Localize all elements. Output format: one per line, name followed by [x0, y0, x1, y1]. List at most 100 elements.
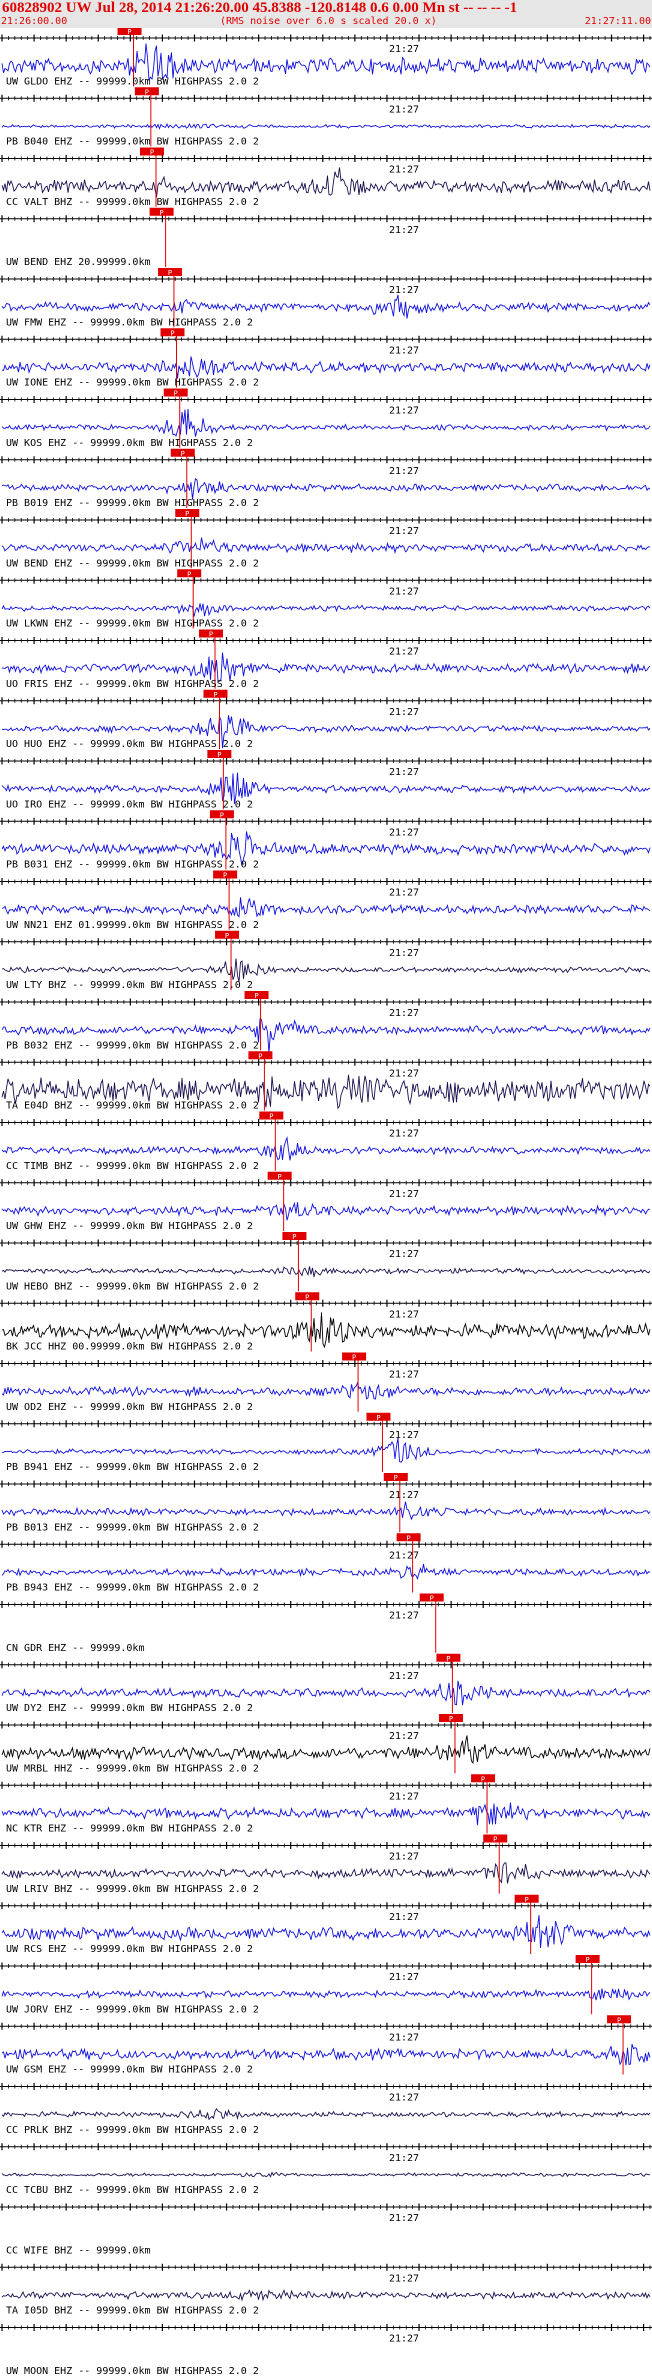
minute-label: 21:27 [389, 165, 419, 176]
waveform [1, 652, 651, 682]
station-label: TA E04D BHZ -- 99999.0km BW HIGHPASS 2.0… [6, 1101, 259, 1112]
station-label: PB B032 EHZ -- 99999.0km BW HIGHPASS 2.0… [6, 1040, 259, 1051]
station-label: PB B943 EHZ -- 99999.0km BW HIGHPASS 2.0… [6, 1583, 259, 1594]
time-end-label: 21:27:11.00 [584, 16, 651, 27]
waveform [1, 2044, 651, 2066]
waveform [1, 958, 651, 982]
trace-35: 21:27 CC PRLK BHZ -- 99999.0km BW HIGHPAS… [0, 2083, 652, 2136]
minute-label: 21:27 [389, 225, 419, 236]
trace-3: 21:27 P CC VALT BHZ -- 99999.0km BW HIGHPA… [0, 147, 652, 208]
trace-27: 21:27 P CN GDR EHZ -- 99999.0km [0, 1593, 652, 1654]
waveform [1, 1437, 651, 1463]
trace-16: 21:27 P UW LTY BHZ -- 99999.0km BW HIGHPAS… [0, 930, 652, 991]
minute-label: 21:27 [389, 1189, 419, 1200]
waveform [1, 1802, 651, 1826]
minute-label: 21:27 [389, 1912, 419, 1923]
pick-marker-label: P [185, 510, 189, 518]
station-label: UW GSM EHZ -- 99999.0km BW HIGHPASS 2.0 … [6, 2065, 253, 2076]
trace-39: 21:27 UW MOON EHZ -- 99999.0km BW HIGHPAS… [0, 2324, 652, 2377]
minute-label: 21:27 [389, 2213, 419, 2224]
pick-marker-label: P [217, 751, 221, 759]
waveform [1, 2171, 651, 2178]
minute-label: 21:27 [389, 1972, 419, 1983]
pick-marker-label: P [209, 631, 213, 639]
trace-19: 21:27 P CC TIMB BHZ -- 99999.0km BW HIGHPA… [0, 1111, 652, 1172]
trace-34: 21:27 P UW GSM EHZ -- 99999.0km BW HIGHPAS… [0, 2015, 652, 2076]
waveform [1, 1381, 651, 1400]
station-label: UW GHW EHZ -- 99999.0km BW HIGHPASS 2.0 … [6, 1221, 253, 1232]
pick-marker-label: P [446, 1655, 450, 1663]
station-label: UW MRBL HHZ -- 99999.0km BW HIGHPASS 2.0… [6, 1763, 259, 1774]
waveform [1, 1914, 651, 1948]
seismogram-plot: 21:27PUW GLDO EHZ -- 99999.0km BW HIGHPA… [0, 28, 652, 2377]
pick-marker-label: P [187, 570, 191, 578]
station-label: UW OD2 EHZ -- 99999.0km BW HIGHPASS 2.0 … [6, 1402, 253, 1413]
station-label: TA I05D BHZ -- 99999.0km BW HIGHPASS 2.0… [6, 2306, 259, 2317]
minute-label: 21:27 [389, 888, 419, 899]
trace-22: 21:27 P BK JCC HHZ 00.99999.0km BW HIGHPAS… [0, 1292, 652, 1353]
minute-label: 21:27 [389, 1129, 419, 1140]
pick-marker-label: P [292, 1233, 296, 1241]
minute-label: 21:27 [389, 1731, 419, 1742]
time-start-label: 21:26:00.00 [1, 16, 68, 27]
trace-30: 21:27 P NC KTR EHZ -- 99999.0km BW HIGHPAS… [0, 1774, 652, 1835]
minute-label: 21:27 [389, 948, 419, 959]
trace-32: 21:27 P UW RCS EHZ -- 99999.0km BW HIGHPAS… [0, 1894, 652, 1955]
station-label: UO HUO EHZ -- 99999.0km BW HIGHPASS 2.0 … [6, 739, 253, 750]
pick-marker-label: P [145, 88, 149, 96]
station-label: NC KTR EHZ -- 99999.0km BW HIGHPASS 2.0 … [6, 1824, 253, 1835]
station-label: UW BEND EHZ 20.99999.0km [6, 257, 151, 268]
station-label: UO FRIS EHZ -- 99999.0km BW HIGHPASS 2.0… [6, 679, 259, 690]
waveform [1, 1563, 651, 1581]
minute-label: 21:27 [389, 1550, 419, 1561]
station-label: UW FMW EHZ -- 99999.0km BW HIGHPASS 2.0 … [6, 317, 253, 328]
trace-23: 21:27 P UW OD2 EHZ -- 99999.0km BW HIGHPAS… [0, 1352, 652, 1413]
station-label: PB B019 EHZ -- 99999.0km BW HIGHPASS 2.0… [6, 498, 259, 509]
minute-label: 21:27 [389, 1370, 419, 1381]
pick-marker-label: P [481, 1775, 485, 1783]
minute-label: 21:27 [389, 2032, 419, 2043]
trace-33: 21:27 P UW JORV EHZ -- 99999.0km BW HIGHPA… [0, 1955, 652, 2015]
station-label: CC PRLK BHZ -- 99999.0km BW HIGHPASS 2.0… [6, 2125, 259, 2136]
event-title: 60828902 UW Jul 28, 2014 21:26:20.00 45.… [2, 0, 518, 16]
minute-label: 21:27 [389, 1611, 419, 1622]
pick-marker-label: P [269, 1113, 273, 1121]
record-header: 60828902 UW Jul 28, 2014 21:26:20.00 45.… [0, 0, 652, 28]
pick-marker-label: P [181, 450, 185, 458]
trace-38: 21:27 TA I05D BHZ -- 99999.0km BW HIGHPAS… [0, 2263, 652, 2317]
pick-marker-label: P [150, 149, 154, 157]
pick-marker-label: P [352, 1354, 356, 1362]
waveform [1, 897, 651, 918]
trace-5: 21:27 P UW FMW EHZ -- 99999.0km BW HIGHPAS… [0, 268, 652, 328]
trace-18: 21:27 P TA E04D BHZ -- 99999.0km BW HIGHPA… [0, 1051, 652, 1112]
minute-label: 21:27 [389, 1791, 419, 1802]
waveform [1, 408, 651, 437]
trace-28: 21:27 P UW DY2 EHZ -- 99999.0km BW HIGHPAS… [0, 1653, 652, 1714]
waveform [1, 1988, 651, 2001]
waveform [1, 294, 651, 319]
station-label: UW BEND EHZ -- 99999.0km BW HIGHPASS 2.0… [6, 558, 259, 569]
waveform [1, 167, 651, 198]
station-label: PB B031 EHZ -- 99999.0km BW HIGHPASS 2.0… [6, 860, 259, 871]
trace-9: 21:27 P UW BEND EHZ -- 99999.0km BW HIGHPA… [0, 509, 652, 569]
waveform [1, 603, 651, 617]
station-label: UW NN21 EHZ 01.99999.0km BW HIGHPASS 2.0… [6, 920, 259, 931]
station-label: UW KOS EHZ -- 99999.0km BW HIGHPASS 2.0 … [6, 438, 253, 449]
trace-21: 21:27 P UW HEBO BHZ -- 99999.0km BW HIGHPA… [0, 1232, 652, 1292]
pick-marker-label: P [254, 992, 258, 1000]
trace-8: 21:27 P PB B019 EHZ -- 99999.0km BW HIGHPA… [0, 448, 652, 509]
station-label: UO IRO EHZ -- 99999.0km BW HIGHPASS 2.0 … [6, 799, 253, 810]
trace-26: 21:27 P PB B943 EHZ -- 99999.0km BW HIGHPA… [0, 1533, 652, 1594]
station-label: CN GDR EHZ -- 99999.0km [6, 1643, 144, 1654]
minute-label: 21:27 [389, 1249, 419, 1260]
minute-label: 21:27 [389, 2093, 419, 2104]
minute-label: 21:27 [389, 285, 419, 296]
minute-label: 21:27 [389, 2273, 419, 2284]
minute-label: 21:27 [389, 1430, 419, 1441]
pick-marker-label: P [220, 811, 224, 819]
minute-label: 21:27 [389, 1008, 419, 1019]
minute-label: 21:27 [389, 1671, 419, 1682]
pick-marker-label: P [407, 1534, 411, 1542]
trace-29: 21:27 P UW MRBL HHZ -- 99999.0km BW HIGHPA… [0, 1714, 652, 1774]
station-label: UW LTY BHZ -- 99999.0km BW HIGHPASS 2.0 … [6, 980, 253, 991]
